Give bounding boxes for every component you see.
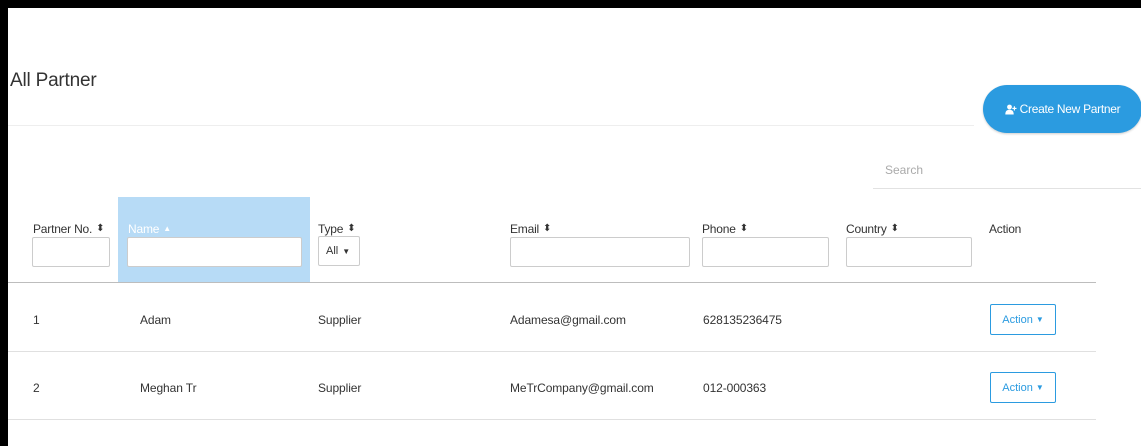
sort-icon: ⬍ [347, 223, 356, 234]
column-label-type: Type [318, 222, 344, 236]
sort-icon: ⬍ [96, 223, 105, 234]
phone-filter-input[interactable] [702, 237, 829, 267]
type-filter-selected: All [326, 245, 339, 257]
add-user-icon [1004, 104, 1017, 115]
header-divider [8, 125, 974, 126]
email-cell: Adamesa@gmail.com [510, 313, 626, 327]
chevron-down-icon: ▼ [1035, 315, 1044, 324]
table-header-divider [8, 282, 1096, 283]
sort-icon: ⬍ [890, 223, 899, 234]
sort-icon: ⬍ [739, 223, 748, 234]
email-filter-input[interactable] [510, 237, 690, 267]
column-header-action: Action [982, 197, 1096, 282]
type-cell: Supplier [318, 313, 362, 327]
name-filter-input[interactable] [127, 237, 302, 267]
email-cell: MeTrCompany@gmail.com [510, 381, 654, 395]
column-label-phone: Phone [702, 222, 736, 236]
column-label-name: Name [128, 222, 160, 236]
column-label-partner-no: Partner No. [33, 222, 93, 236]
sort-icon: ⬍ [543, 223, 552, 234]
type-filter-select[interactable]: All ▼ [318, 236, 360, 266]
action-dropdown-button[interactable]: Action ▼ [990, 372, 1056, 403]
phone-cell: 628135236475 [703, 313, 782, 327]
column-label-email: Email [510, 222, 540, 236]
sort-ascending-icon: ▲ [163, 224, 171, 233]
create-new-partner-button[interactable]: Create New Partner [983, 85, 1141, 133]
country-filter-input[interactable] [846, 237, 972, 267]
phone-cell: 012-000363 [703, 381, 767, 395]
chevron-down-icon: ▼ [342, 246, 351, 256]
row-divider [8, 419, 1096, 420]
name-cell: Adam [140, 313, 171, 327]
row-divider [8, 351, 1096, 352]
chevron-down-icon: ▼ [1035, 383, 1044, 392]
search-input[interactable] [873, 151, 1141, 189]
partner-panel: All Partner Create New Partner Partner N… [8, 8, 1141, 446]
partner-no-filter-input[interactable] [32, 237, 110, 267]
create-new-partner-label: Create New Partner [1019, 102, 1121, 116]
partner-no-cell: 2 [33, 381, 40, 395]
partner-no-cell: 1 [33, 313, 40, 327]
type-cell: Supplier [318, 381, 362, 395]
action-button-label: Action [1002, 381, 1033, 394]
column-label-country: Country [846, 222, 887, 236]
column-label-action: Action [989, 222, 1022, 236]
name-cell: Meghan Tr [140, 381, 197, 395]
action-button-label: Action [1002, 313, 1033, 326]
page-title: All Partner [10, 70, 97, 91]
action-dropdown-button[interactable]: Action ▼ [990, 304, 1056, 335]
